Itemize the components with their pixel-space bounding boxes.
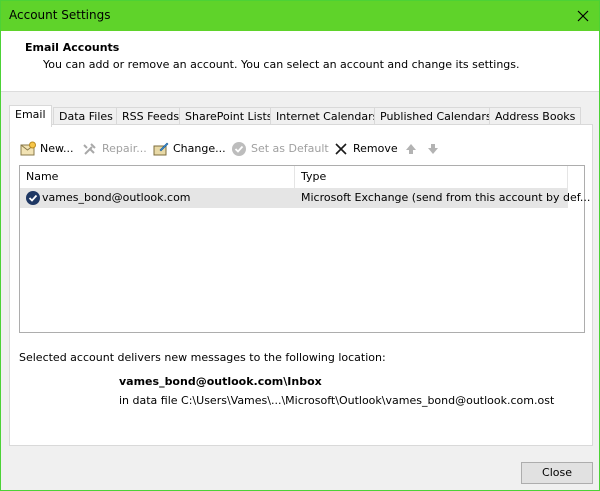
edit-card-icon bbox=[153, 142, 169, 156]
move-up-button[interactable] bbox=[403, 139, 419, 159]
check-circle-icon bbox=[232, 142, 246, 156]
column-header-name[interactable]: Name bbox=[20, 166, 295, 188]
delivery-inbox: vames_bond@outlook.com\Inbox bbox=[119, 375, 322, 388]
new-account-label: New... bbox=[40, 142, 74, 155]
close-button[interactable]: Close bbox=[521, 462, 593, 484]
header-title: Email Accounts bbox=[25, 41, 120, 54]
close-icon bbox=[577, 10, 589, 22]
account-name: vames_bond@outlook.com bbox=[42, 191, 191, 204]
email-tab-panel: New... Repair... Change... Set as Defaul… bbox=[9, 124, 593, 446]
close-window-button[interactable] bbox=[567, 1, 599, 31]
arrow-up-icon bbox=[406, 144, 416, 154]
wrench-icon bbox=[83, 143, 96, 155]
remove-account-label: Remove bbox=[353, 142, 398, 155]
header-separator bbox=[1, 91, 599, 92]
move-down-button[interactable] bbox=[425, 139, 441, 159]
column-header-type[interactable]: Type bbox=[295, 166, 568, 188]
window-title: Account Settings bbox=[9, 8, 111, 22]
set-default-label: Set as Default bbox=[251, 142, 329, 155]
title-bar: Account Settings bbox=[1, 1, 599, 31]
tab-email[interactable]: Email bbox=[9, 105, 52, 127]
delivery-label: Selected account delivers new messages t… bbox=[19, 351, 386, 364]
remove-x-icon bbox=[335, 143, 347, 155]
header-area: Email Accounts You can add or remove an … bbox=[1, 31, 599, 91]
delivery-data-file: in data file C:\Users\Vames\...\Microsof… bbox=[119, 394, 555, 407]
account-list[interactable]: Name Type vames_bond@outlook.com Microso… bbox=[19, 165, 590, 333]
account-settings-window: Account Settings Email Accounts You can … bbox=[0, 0, 600, 491]
new-mail-icon bbox=[20, 141, 36, 156]
default-account-check-icon bbox=[26, 191, 40, 205]
header-description: You can add or remove an account. You ca… bbox=[43, 58, 520, 71]
account-row[interactable]: vames_bond@outlook.com Microsoft Exchang… bbox=[20, 188, 590, 208]
arrow-down-icon bbox=[428, 144, 438, 154]
change-account-label: Change... bbox=[173, 142, 226, 155]
repair-label: Repair... bbox=[102, 142, 147, 155]
account-type: Microsoft Exchange (send from this accou… bbox=[301, 191, 591, 204]
